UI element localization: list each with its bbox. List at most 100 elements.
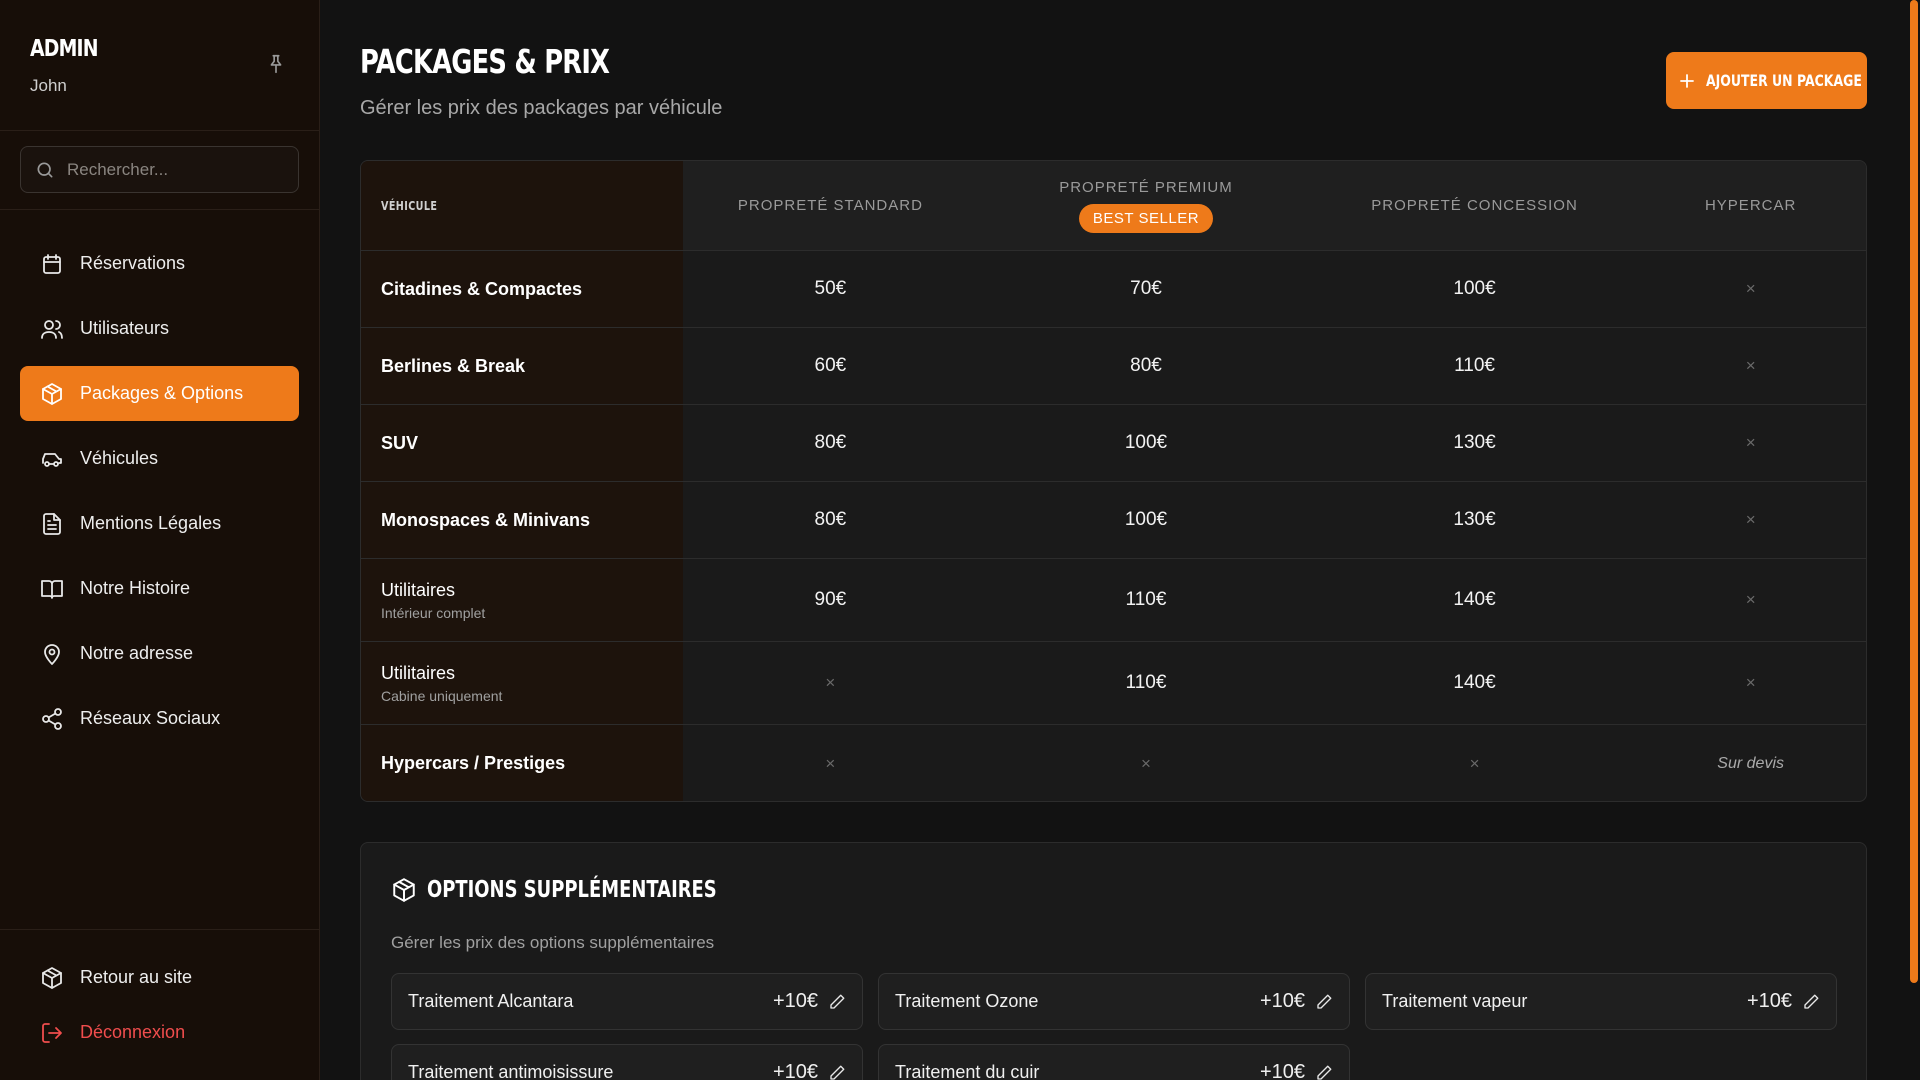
price-cell[interactable]: × [683, 642, 979, 724]
option-item[interactable]: Traitement vapeur +10€ [1365, 973, 1837, 1030]
vehicle-subtitle: Cabine uniquement [381, 687, 503, 704]
price-cell[interactable]: × [683, 725, 979, 801]
search-box[interactable] [20, 146, 299, 193]
users-icon [41, 319, 63, 339]
column-label: PROPRETÉ CONCESSION [1371, 197, 1578, 214]
sidebar-item-label: Packages & Options [80, 383, 244, 403]
sidebar-item-social[interactable]: Réseaux Sociaux [20, 691, 299, 746]
logout-label: Déconnexion [80, 1022, 186, 1042]
search-wrapper [0, 131, 319, 210]
sidebar-item-label: Notre Histoire [80, 578, 191, 598]
sidebar-item-legal[interactable]: Mentions Légales [20, 496, 299, 551]
map-pin-icon [44, 643, 60, 665]
option-name: Traitement Alcantara [408, 991, 574, 1011]
back-to-site-link[interactable]: Retour au site [20, 950, 299, 1005]
sidebar-item-vehicles[interactable]: Véhicules [20, 431, 299, 486]
price-cell[interactable]: × [1635, 559, 1866, 641]
vehicle-cell: Citadines & Compactes [361, 251, 683, 327]
sidebar-item-label: Réservations [80, 253, 186, 273]
price-cell[interactable]: 60€ [683, 328, 979, 404]
sidebar: ADMIN John Réservations Utilisateurs Pac… [0, 0, 320, 1080]
price-cell[interactable]: × [1635, 642, 1866, 724]
vehicle-name: Utilitaires [381, 579, 456, 600]
option-price: +10€ [772, 1061, 818, 1080]
package-icon [42, 966, 62, 989]
option-item[interactable]: Traitement antimoisissure +10€ [391, 1044, 863, 1080]
sidebar-item-label: Mentions Légales [80, 513, 222, 533]
price-cell[interactable]: 110€ [978, 642, 1314, 724]
price-cell[interactable]: 140€ [1314, 642, 1636, 724]
packages-table: VÉHICULE PROPRETÉ STANDARD PROPRETÉ PREM… [360, 160, 1867, 802]
price-cell[interactable]: × [1635, 251, 1866, 327]
vehicle-cell: Utilitaires Cabine uniquement [361, 642, 683, 724]
table-row[interactable]: Utilitaires Cabine uniquement × 110€ 140… [361, 642, 1866, 725]
price-cell[interactable]: 50€ [683, 251, 979, 327]
option-item[interactable]: Traitement du cuir +10€ [878, 1044, 1350, 1080]
sidebar-item-users[interactable]: Utilisateurs [20, 301, 299, 356]
price-cell[interactable]: × [1635, 405, 1866, 481]
logout-icon [42, 1022, 62, 1043]
edit-icon[interactable] [828, 993, 846, 1011]
sidebar-item-history[interactable]: Notre Histoire [20, 561, 299, 616]
sidebar-item-label: Utilisateurs [80, 318, 170, 338]
edit-icon[interactable] [828, 1064, 846, 1080]
table-row[interactable]: Citadines & Compactes 50€ 70€ 100€ × [361, 251, 1866, 328]
vehicle-name: SUV [381, 432, 419, 453]
edit-icon[interactable] [1315, 993, 1333, 1011]
vehicle-name: Monospaces & Minivans [381, 509, 591, 530]
search-icon [37, 162, 53, 177]
sidebar-title: ADMIN [30, 36, 99, 62]
best-seller-badge: BEST SELLER [1078, 203, 1214, 233]
price-cell[interactable]: × [978, 725, 1314, 801]
table-row[interactable]: Hypercars / Prestiges × × × Sur devis [361, 725, 1866, 801]
vehicle-cell: Monospaces & Minivans [361, 482, 683, 558]
price-cell[interactable]: 110€ [978, 559, 1314, 641]
plus-icon [1679, 73, 1694, 88]
sidebar-item-label: Réseaux Sociaux [80, 708, 221, 728]
page-subtitle: Gérer les prix des packages par véhicule [360, 97, 723, 119]
price-cell[interactable]: × [1635, 482, 1866, 558]
table-row[interactable]: Utilitaires Intérieur complet 90€ 110€ 1… [361, 559, 1866, 642]
sidebar-item-reservations[interactable]: Réservations [20, 236, 299, 291]
column-label: HYPERCAR [1704, 197, 1797, 214]
price-cell[interactable]: 80€ [683, 482, 979, 558]
header-standard: PROPRETÉ STANDARD [683, 161, 979, 250]
sidebar-item-address[interactable]: Notre adresse [20, 626, 299, 681]
pin-icon[interactable] [265, 52, 287, 76]
document-icon [43, 512, 61, 535]
edit-icon[interactable] [1802, 993, 1820, 1011]
price-cell[interactable]: 140€ [1314, 559, 1636, 641]
price-cell[interactable]: 90€ [683, 559, 979, 641]
sidebar-item-packages[interactable]: Packages & Options [20, 366, 299, 421]
option-price: +10€ [1259, 990, 1305, 1012]
edit-icon[interactable] [1315, 1064, 1333, 1080]
logout-button[interactable]: Déconnexion [20, 1005, 299, 1060]
header-vehicle: VÉHICULE [361, 161, 683, 250]
table-row[interactable]: SUV 80€ 100€ 130€ × [361, 405, 1866, 482]
option-item[interactable]: Traitement Alcantara +10€ [391, 973, 863, 1030]
price-cell[interactable]: 80€ [978, 328, 1314, 404]
vehicle-cell: Utilitaires Intérieur complet [361, 559, 683, 641]
price-cell[interactable]: 100€ [978, 482, 1314, 558]
page-scrollbar[interactable] [1910, 0, 1918, 983]
option-name: Traitement vapeur [1382, 991, 1528, 1011]
price-cell[interactable]: 100€ [978, 405, 1314, 481]
option-item[interactable]: Traitement Ozone +10€ [878, 973, 1350, 1030]
price-cell[interactable]: × [1635, 328, 1866, 404]
vehicle-subtitle: Intérieur complet [381, 604, 486, 621]
price-cell[interactable]: 70€ [978, 251, 1314, 327]
price-cell[interactable]: × [1314, 725, 1636, 801]
price-cell[interactable]: 80€ [683, 405, 979, 481]
table-row[interactable]: Berlines & Break 60€ 80€ 110€ × [361, 328, 1866, 405]
add-package-button[interactable]: AJOUTER UN PACKAGE [1666, 52, 1867, 109]
price-cell[interactable]: Sur devis [1635, 725, 1866, 801]
main-content: PACKAGES & PRIX Gérer les prix des packa… [320, 0, 1910, 1080]
price-cell[interactable]: 130€ [1314, 482, 1636, 558]
price-cell[interactable]: 130€ [1314, 405, 1636, 481]
option-price: +10€ [1259, 1061, 1305, 1080]
options-subtitle: Gérer les prix des options supplémentair… [391, 933, 715, 952]
search-input[interactable] [67, 159, 267, 180]
price-cell[interactable]: 100€ [1314, 251, 1636, 327]
price-cell[interactable]: 110€ [1314, 328, 1636, 404]
table-row[interactable]: Monospaces & Minivans 80€ 100€ 130€ × [361, 482, 1866, 559]
